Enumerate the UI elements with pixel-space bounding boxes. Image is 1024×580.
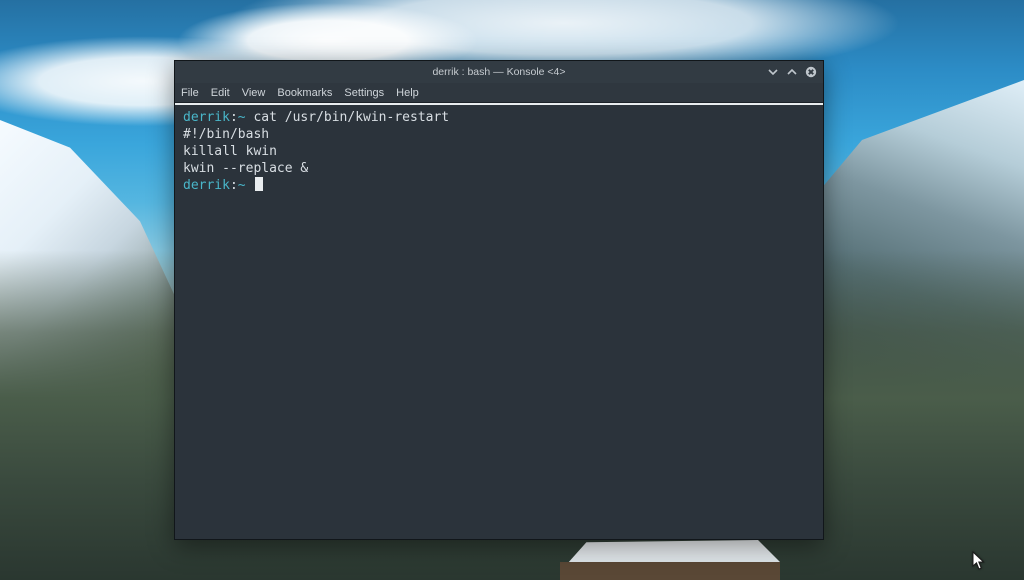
menu-settings[interactable]: Settings [344,87,384,99]
menubar: File Edit View Bookmarks Settings Help [175,83,823,103]
menu-help[interactable]: Help [396,87,419,99]
titlebar[interactable]: derrik : bash — Konsole <4> [175,61,823,83]
prompt-sep: : [230,178,238,193]
term-command: cat /usr/bin/kwin-restart [253,110,449,125]
window-title: derrik : bash — Konsole <4> [175,66,823,78]
terminal-viewport[interactable]: derrik:~ cat /usr/bin/kwin-restart #!/bi… [175,105,823,539]
konsole-window[interactable]: derrik : bash — Konsole <4> File Edit [174,60,824,540]
chevron-up-icon [786,66,798,78]
menu-bookmarks[interactable]: Bookmarks [277,87,332,99]
prompt-user: derrik [183,178,230,193]
menu-file[interactable]: File [181,87,199,99]
prompt-path: ~ [238,110,246,125]
minimize-button[interactable] [767,66,779,78]
chevron-down-icon [767,66,779,78]
term-output-line: kwin --replace & [183,161,308,176]
menu-edit[interactable]: Edit [211,87,230,99]
prompt-sep: : [230,110,238,125]
close-icon [805,66,817,78]
close-button[interactable] [805,66,817,78]
term-output-line: killall kwin [183,144,277,159]
maximize-button[interactable] [786,66,798,78]
menu-view[interactable]: View [242,87,266,99]
prompt-path: ~ [238,178,246,193]
wallpaper-cabin [560,540,780,580]
window-controls [767,66,817,78]
term-output-line: #!/bin/bash [183,127,269,142]
desktop-wallpaper: derrik : bash — Konsole <4> File Edit [0,0,1024,580]
prompt-user: derrik [183,110,230,125]
terminal-cursor [255,177,263,191]
